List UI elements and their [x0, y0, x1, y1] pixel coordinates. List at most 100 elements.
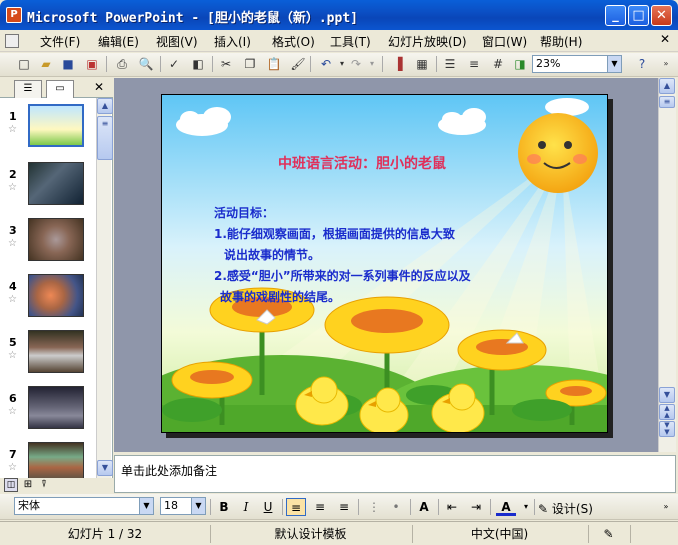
- chevron-down-icon[interactable]: ▼: [607, 56, 621, 72]
- tab-outline[interactable]: ☰: [14, 80, 42, 98]
- scroll-thumb[interactable]: ≡: [97, 116, 113, 160]
- bold-button[interactable]: B: [214, 498, 234, 516]
- slide-thumbnail[interactable]: [28, 442, 84, 478]
- zoom-value: 23%: [536, 57, 561, 70]
- slide-thumbnail[interactable]: [28, 104, 84, 147]
- permission-icon[interactable]: ▣: [82, 55, 102, 73]
- toolbar-options-icon[interactable]: »: [656, 498, 676, 516]
- menu-slideshow[interactable]: 幻灯片放映(D): [388, 33, 467, 50]
- thumbnails-scrollbar[interactable]: ▲ ≡ ▼: [96, 98, 113, 478]
- expand-all-icon[interactable]: ☰: [440, 55, 460, 73]
- copy-icon[interactable]: ❐: [240, 55, 260, 73]
- color-grayscale-icon[interactable]: ◨: [510, 55, 530, 73]
- star-icon: ☆: [8, 238, 17, 249]
- menu-file[interactable]: 文件(F): [40, 33, 80, 50]
- slide-thumbnail[interactable]: [28, 162, 84, 205]
- minimize-button[interactable]: _: [605, 5, 626, 26]
- cut-icon[interactable]: ✂: [216, 55, 236, 73]
- font-color-dropdown-icon[interactable]: ▾: [516, 498, 536, 516]
- align-center-icon[interactable]: ≡: [310, 498, 330, 516]
- align-right-icon[interactable]: ≡: [334, 498, 354, 516]
- help-icon[interactable]: ?: [632, 55, 652, 73]
- align-left-icon[interactable]: ≡: [286, 498, 306, 516]
- design-label: 设计(S): [551, 502, 593, 516]
- show-formatting-icon[interactable]: ≡: [464, 55, 484, 73]
- slide-thumbnail[interactable]: [28, 274, 84, 317]
- scroll-thumb[interactable]: ≡: [659, 96, 675, 108]
- scroll-up-icon[interactable]: ▲: [97, 98, 113, 114]
- close-button[interactable]: ✕: [651, 5, 672, 26]
- current-slide[interactable]: 中班语言活动：胆小的老鼠 活动目标： 1.能仔细观察画面，根据画面提供的信息大致…: [161, 94, 608, 433]
- slide-number: 2: [9, 168, 17, 181]
- spelling-icon[interactable]: ✓: [164, 55, 184, 73]
- status-empty: [630, 525, 676, 543]
- slide-thumbnail[interactable]: [28, 218, 84, 261]
- research-icon[interactable]: ◧: [188, 55, 208, 73]
- separator: [282, 499, 283, 515]
- panel-tabs: ☰ ▭ ✕: [0, 78, 113, 98]
- spelling-status-icon[interactable]: ✎: [588, 525, 628, 543]
- print-icon[interactable]: ⎙: [112, 55, 132, 73]
- insert-table-icon[interactable]: ▦: [412, 55, 432, 73]
- separator: [160, 56, 161, 72]
- slide-thumbnail[interactable]: [28, 330, 84, 373]
- underline-button[interactable]: U: [258, 498, 278, 516]
- close-pane-icon[interactable]: ✕: [94, 80, 104, 94]
- decrease-indent-icon[interactable]: ⇤: [442, 498, 462, 516]
- open-icon[interactable]: ▰: [36, 55, 56, 73]
- new-icon[interactable]: □: [14, 55, 34, 73]
- slideshow-icon[interactable]: ⍒: [37, 478, 51, 492]
- print-preview-icon[interactable]: 🔍: [136, 55, 156, 73]
- menu-tools[interactable]: 工具(T): [330, 33, 371, 50]
- chevron-down-icon[interactable]: ▼: [191, 498, 205, 514]
- normal-view-icon[interactable]: ◫: [4, 478, 18, 492]
- numbering-icon[interactable]: ⋮: [364, 498, 384, 516]
- close-document-icon[interactable]: ✕: [660, 32, 670, 46]
- notes-pane[interactable]: 单击此处添加备注: [114, 455, 676, 493]
- increase-font-size-icon[interactable]: A: [414, 498, 434, 516]
- menu-format[interactable]: 格式(O): [272, 33, 315, 50]
- slide-thumbnail[interactable]: [28, 386, 84, 429]
- slide-body-line: 1.能仔细观察画面，根据画面提供的信息大致: [214, 227, 455, 241]
- slide-body-line: 活动目标：: [214, 206, 275, 220]
- toolbar-options-icon[interactable]: »: [656, 55, 676, 73]
- zoom-combo[interactable]: 23% ▼: [532, 55, 622, 73]
- scroll-down-icon[interactable]: ▼: [97, 460, 113, 476]
- document-icon[interactable]: [5, 34, 19, 48]
- slide-number: 6: [9, 392, 17, 405]
- design-button[interactable]: ✎ 设计(S): [538, 500, 593, 517]
- insert-chart-icon[interactable]: ▐: [388, 55, 408, 73]
- menu-help[interactable]: 帮助(H): [540, 33, 582, 50]
- slide-body[interactable]: 活动目标： 1.能仔细观察画面，根据画面提供的信息大致 说出故事的情节。 2.感…: [214, 203, 471, 308]
- italic-button[interactable]: I: [236, 498, 256, 516]
- font-combo[interactable]: 宋体 ▼: [14, 497, 154, 515]
- separator: [310, 56, 311, 72]
- font-size-combo[interactable]: 18 ▼: [160, 497, 206, 515]
- star-icon: ☆: [8, 462, 17, 473]
- bullets-icon[interactable]: •: [386, 498, 406, 516]
- scroll-down-icon[interactable]: ▼: [659, 387, 675, 403]
- maximize-button[interactable]: □: [628, 5, 649, 26]
- show-grid-icon[interactable]: #: [488, 55, 508, 73]
- slide-sorter-icon[interactable]: ⊞: [21, 478, 35, 492]
- star-icon: ☆: [8, 350, 17, 361]
- paste-icon[interactable]: 📋: [264, 55, 284, 73]
- format-painter-icon[interactable]: 🖌: [288, 55, 308, 73]
- scroll-up-icon[interactable]: ▲: [659, 78, 675, 94]
- redo-dropdown-icon[interactable]: ▾: [362, 55, 382, 73]
- menu-edit[interactable]: 编辑(E): [98, 33, 139, 50]
- slide-title[interactable]: 中班语言活动：胆小的老鼠: [278, 153, 446, 173]
- menu-insert[interactable]: 插入(I): [214, 33, 251, 50]
- menu-view[interactable]: 视图(V): [156, 33, 198, 50]
- font-color-icon[interactable]: A: [496, 498, 516, 516]
- notes-placeholder: 单击此处添加备注: [121, 464, 218, 478]
- save-icon[interactable]: ■: [58, 55, 78, 73]
- increase-indent-icon[interactable]: ⇥: [466, 498, 486, 516]
- tab-slides[interactable]: ▭: [46, 80, 74, 98]
- chevron-down-icon[interactable]: ▼: [139, 498, 153, 514]
- next-slide-icon[interactable]: ▼ ▼: [659, 421, 675, 437]
- powerpoint-icon[interactable]: P: [6, 7, 22, 23]
- previous-slide-icon[interactable]: ▲ ▲: [659, 404, 675, 420]
- menu-window[interactable]: 窗口(W): [482, 33, 527, 50]
- slide-scrollbar[interactable]: ▲ ≡ ▼ ▲ ▲ ▼ ▼: [658, 78, 676, 452]
